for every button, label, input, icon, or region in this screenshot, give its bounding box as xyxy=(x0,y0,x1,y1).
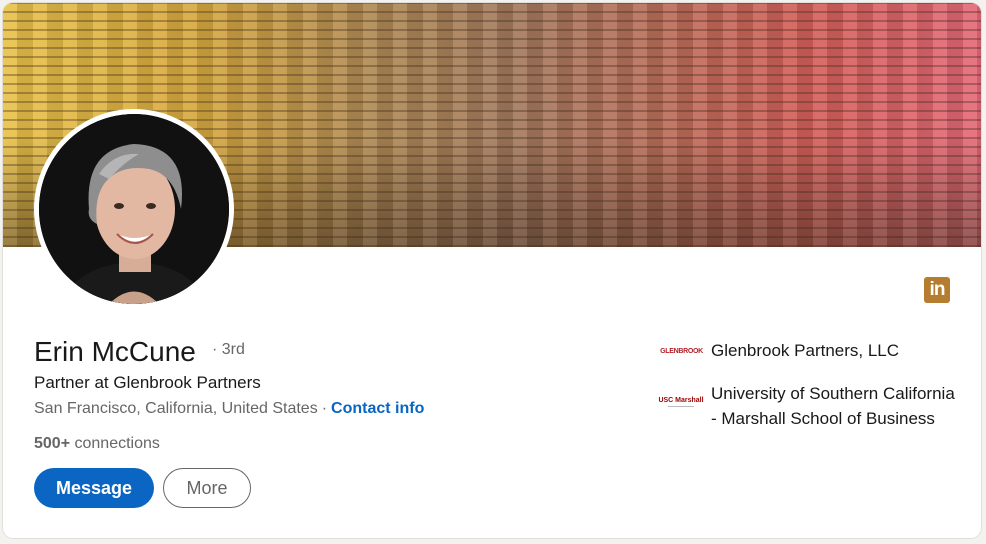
company-name: Glenbrook Partners, LLC xyxy=(711,341,900,360)
profile-location: San Francisco, California, United States xyxy=(34,400,318,417)
profile-photo[interactable] xyxy=(34,109,234,309)
school-name: University of Southern California - Mars… xyxy=(711,384,955,428)
usc-logo-text: USC Marshall xyxy=(658,397,704,404)
portrait-graphic xyxy=(39,114,229,304)
connections-number: 500+ xyxy=(34,435,71,452)
linkedin-logo-icon: in xyxy=(924,277,950,303)
contact-info-link[interactable]: Contact info xyxy=(331,400,424,417)
profile-card: in Erin McCune · 3rd Partner at Glenbroo… xyxy=(3,3,981,538)
connection-degree-badge: · 3rd xyxy=(212,341,245,358)
connections-label: connections xyxy=(74,435,160,452)
profile-headline: Partner at Glenbrook Partners xyxy=(34,373,261,392)
current-company-item[interactable]: GLENBROOK Glenbrook Partners, LLC xyxy=(660,338,961,364)
separator-dot: · xyxy=(321,400,328,417)
glenbrook-logo-text: GLENBROOK xyxy=(660,347,703,355)
usc-marshall-logo-icon: USC Marshall xyxy=(658,389,704,415)
location-row: San Francisco, California, United States… xyxy=(34,400,424,418)
avatar-image xyxy=(39,114,229,304)
education-item[interactable]: USC Marshall University of Southern Cali… xyxy=(658,381,961,431)
glenbrook-logo-icon: GLENBROOK xyxy=(660,338,703,364)
connections-count[interactable]: 500+ connections xyxy=(34,435,160,453)
message-button[interactable]: Message xyxy=(34,468,154,508)
profile-name: Erin McCune xyxy=(34,336,196,367)
more-button[interactable]: More xyxy=(163,468,251,508)
